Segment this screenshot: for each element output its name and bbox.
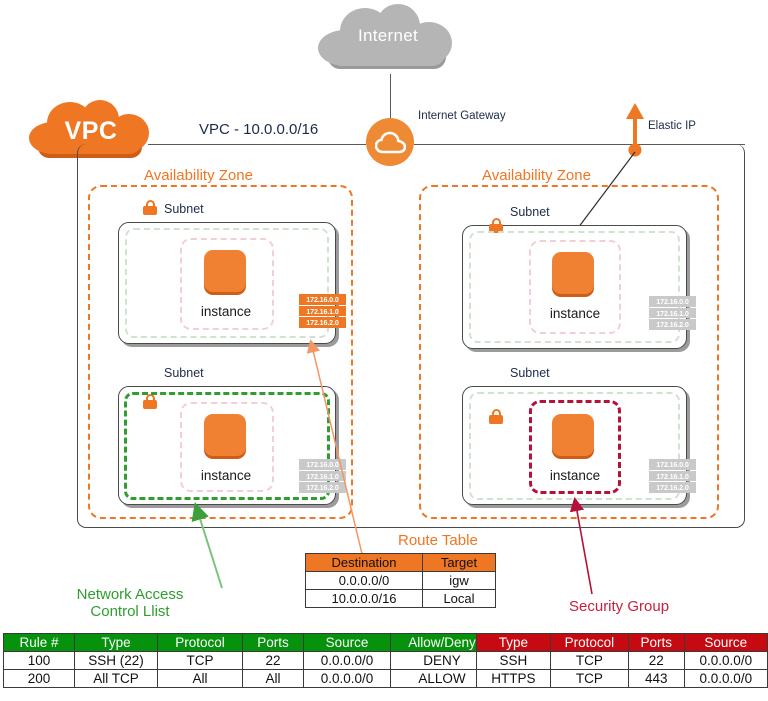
nacl-title-line2: Control Llist xyxy=(90,603,170,621)
sg-cell: 443 xyxy=(627,669,685,688)
route-table-cell: Local xyxy=(422,589,496,608)
sg-header-row: Type Protocol Ports Source xyxy=(476,633,768,652)
ip-chip: 172.16.1.0 xyxy=(299,305,346,317)
route-table-title: Route Table xyxy=(398,532,478,549)
table-row: HTTPS TCP 443 0.0.0.0/0 xyxy=(476,669,768,688)
internet-label: Internet xyxy=(357,26,419,45)
route-table-header-row: Destination Target xyxy=(305,553,496,572)
nacl-title-line1: Network Access xyxy=(76,586,184,603)
table-row: 0.0.0.0/0 igw xyxy=(305,571,496,590)
subnet-1-instance-label: instance xyxy=(200,304,252,319)
sg-header-cell: Source xyxy=(683,633,768,652)
subnet-4-instance-icon xyxy=(552,414,594,456)
security-group-title: Security Group xyxy=(569,598,670,615)
subnet-2-instance-icon xyxy=(552,252,594,294)
subnet-1-ip-stack: 172.16.0.0 172.16.1.0 172.16.2.0 xyxy=(299,294,346,329)
table-row: SSH TCP 22 0.0.0.0/0 xyxy=(476,651,768,670)
nacl-cell: 0.0.0.0/0 xyxy=(303,651,391,670)
ip-chip: 172.16.1.0 xyxy=(649,307,696,319)
sg-header-cell: Type xyxy=(476,633,551,652)
nacl-cell: All xyxy=(242,669,304,688)
subnet-3-instance-label: instance xyxy=(200,468,252,483)
nacl-cell: 22 xyxy=(242,651,304,670)
nacl-header-cell: Rule # xyxy=(3,633,75,652)
table-row: 200 All TCP All All 0.0.0.0/0 ALLOW xyxy=(3,669,494,688)
sg-header-cell: Protocol xyxy=(549,633,629,652)
subnet-2-ip-stack: 172.16.0.0 172.16.1.0 172.16.2.0 xyxy=(649,296,696,331)
internet-gateway-label: Internet Gateway xyxy=(418,110,506,122)
nacl-title: Network Access Control Llist xyxy=(40,586,220,621)
route-table: Destination Target 0.0.0.0/0 igw 10.0.0.… xyxy=(305,553,496,608)
table-row: 100 SSH (22) TCP 22 0.0.0.0/0 DENY xyxy=(3,651,494,670)
nacl-header-cell: Type xyxy=(74,633,158,652)
ip-chip: 172.16.0.0 xyxy=(649,296,696,307)
nacl-header-row: Rule # Type Protocol Ports Source Allow/… xyxy=(3,633,494,652)
subnet-1-instance-icon xyxy=(204,250,246,292)
sg-cell: 22 xyxy=(627,651,685,670)
ip-chip: 172.16.2.0 xyxy=(649,319,696,331)
nacl-header-cell: Ports xyxy=(242,633,304,652)
sg-cell: TCP xyxy=(549,669,629,688)
internet-cloud: Internet xyxy=(318,4,458,74)
nacl-connector-arrow xyxy=(191,502,223,589)
lock-icon xyxy=(143,200,157,215)
route-table-cell: 0.0.0.0/0 xyxy=(305,571,423,590)
ip-chip: 172.16.2.0 xyxy=(299,317,346,329)
availability-zone-right-label: Availability Zone xyxy=(482,167,591,184)
security-group-table: Type Protocol Ports Source SSH TCP 22 0.… xyxy=(476,633,768,688)
nacl-cell: All TCP xyxy=(74,669,158,688)
ip-chip: 172.16.2.0 xyxy=(649,482,696,494)
availability-zone-left-label: Availability Zone xyxy=(144,167,253,184)
nacl-header-cell: Source xyxy=(303,633,391,652)
sg-cell: 0.0.0.0/0 xyxy=(683,651,768,670)
sg-cell: TCP xyxy=(549,651,629,670)
subnet-3-label: Subnet xyxy=(164,366,204,380)
route-table-cell: igw xyxy=(422,571,496,590)
security-group-connector-arrow xyxy=(569,496,593,595)
ip-chip: 172.16.0.0 xyxy=(649,459,696,470)
vpc-cidr-label: VPC - 10.0.0.0/16 xyxy=(199,121,319,138)
nacl-cell: SSH (22) xyxy=(74,651,158,670)
route-table-cell: 10.0.0.0/16 xyxy=(305,589,423,608)
route-table-connector-arrow xyxy=(306,339,364,559)
nacl-cell: 0.0.0.0/0 xyxy=(303,669,391,688)
nacl-table: Rule # Type Protocol Ports Source Allow/… xyxy=(3,633,494,688)
nacl-cell: TCP xyxy=(157,651,243,670)
sg-header-cell: Ports xyxy=(627,633,685,652)
subnet-4-instance-label: instance xyxy=(549,468,601,483)
subnet-2-instance-label: instance xyxy=(549,306,601,321)
subnet-3-instance-icon xyxy=(204,414,246,456)
vpc-logo-label: VPC xyxy=(64,117,118,145)
internet-to-igw-line xyxy=(390,74,391,119)
subnet-4-label: Subnet xyxy=(510,366,550,380)
elastic-ip-label: Elastic IP xyxy=(648,120,696,132)
subnet-1-label: Subnet xyxy=(164,202,204,216)
ip-chip: 172.16.1.0 xyxy=(649,470,696,482)
nacl-cell: 100 xyxy=(3,651,75,670)
ip-chip: 172.16.0.0 xyxy=(299,294,346,305)
sg-cell: 0.0.0.0/0 xyxy=(683,669,768,688)
sg-cell: HTTPS xyxy=(476,669,551,688)
route-table-header-cell: Destination xyxy=(305,553,423,572)
nacl-header-cell: Protocol xyxy=(157,633,243,652)
route-table-header-cell: Target xyxy=(422,553,496,572)
subnet-4-ip-stack: 172.16.0.0 172.16.1.0 172.16.2.0 xyxy=(649,459,696,494)
subnet-2-label: Subnet xyxy=(510,205,550,219)
sg-cell: SSH xyxy=(476,651,551,670)
nacl-cell: All xyxy=(157,669,243,688)
table-row: 10.0.0.0/16 Local xyxy=(305,589,496,608)
nacl-cell: 200 xyxy=(3,669,75,688)
